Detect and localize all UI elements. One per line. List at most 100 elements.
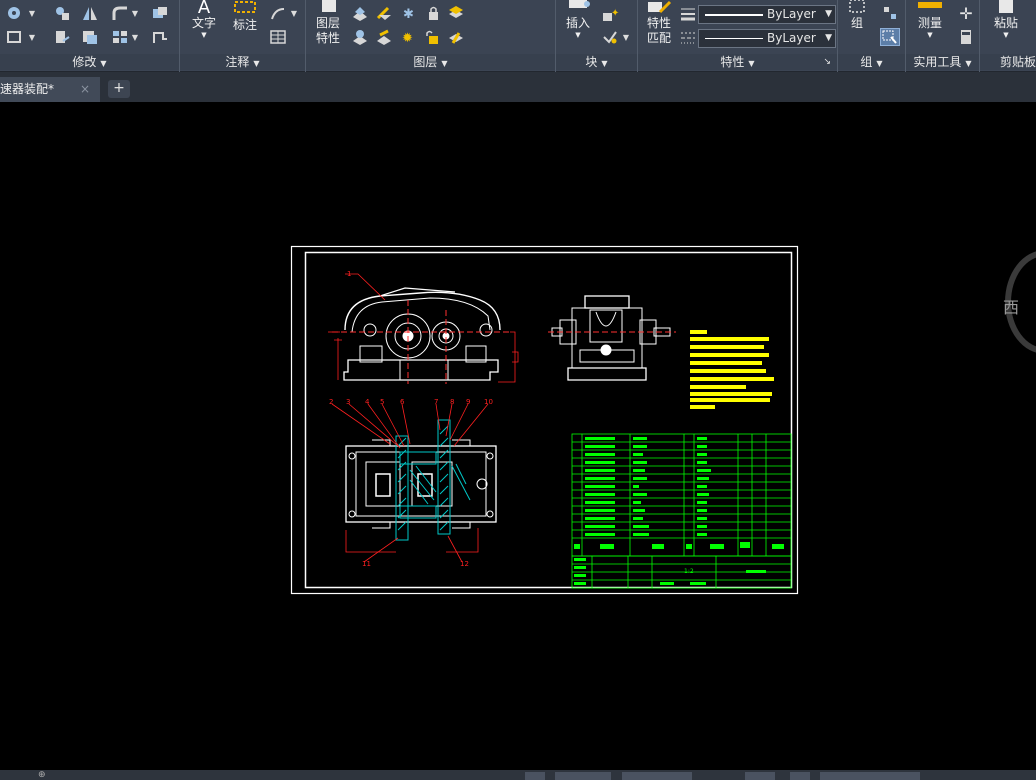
layer-tool-7[interactable] [374,28,394,46]
layer-tool-8[interactable]: ✹ [398,28,418,46]
document-tab-label: 速器装配* [0,82,55,96]
edit-block-tool[interactable] [600,28,620,46]
panel-title-utilities[interactable]: 实用工具 ▼ [906,54,979,70]
paste-button[interactable]: 粘贴 ▼ [988,0,1024,39]
plan-view-leaders [331,403,489,563]
linetype-select[interactable]: ByLayer ▼ [698,29,836,48]
mirror-tool[interactable] [80,4,100,22]
panel-title-clipboard[interactable]: 剪贴板 [980,54,1036,70]
status-toggle[interactable] [525,772,545,780]
trim-dropdown[interactable]: ▼ [26,28,38,46]
dialog-launcher-icon[interactable]: ↘ [823,54,831,70]
array-tool[interactable] [150,4,170,22]
explode-icon [8,7,20,19]
text-button[interactable]: A 文字 ▼ [188,0,220,39]
panel-utilities: 测量 ▼ ✛ 实用工具 ▼ [906,0,980,72]
chevron-down-icon: ▼ [131,32,139,42]
linetype-value: ByLayer [767,31,816,45]
create-block-tool[interactable]: ✦ [600,6,620,24]
balloon-11: 11 [362,560,371,568]
group-icon [849,0,865,13]
chevron-down-icon: ▼ [100,59,107,68]
panel-title-modify[interactable]: 修改 ▼ [0,54,179,70]
layer-tool-10[interactable] [446,28,466,46]
leader-tool[interactable] [268,4,288,22]
array-dropdown[interactable]: ▼ [130,28,140,46]
panel-title-block[interactable]: 块 ▼ [556,54,637,70]
panel-title-properties[interactable]: 特性 ▼ ↘ [638,54,837,70]
layer-stack-icon [449,6,463,18]
dimension-button[interactable]: 标注 [228,0,262,33]
line-sample [705,14,763,16]
array-rect-tool[interactable] [110,28,130,46]
match-properties-button[interactable]: 特性 匹配 [640,0,678,46]
panel-title-label: 组 [860,55,873,69]
panel-clipboard: 粘贴 ▼ 剪贴板 [980,0,1036,72]
layer-tool-2[interactable] [374,4,394,22]
scale-tool[interactable] [52,4,72,22]
grid-icon [113,31,127,43]
explode-tool[interactable] [4,4,24,22]
title-block-scale: 1:2 [684,568,694,575]
svg-text:✦: ✦ [611,8,619,19]
status-icon[interactable]: ⊕ [38,770,48,780]
status-toggle[interactable] [820,772,920,780]
table-tool[interactable] [268,28,288,46]
panel-block: 插入 ▼ ✦ ▼ 块 ▼ [556,0,638,72]
insert-button[interactable]: 插入 ▼ [560,0,596,39]
drawing-canvas[interactable]: 1 2 3 4 5 6 7 8 9 10 11 12 1:2 西 [0,102,1036,770]
status-toggle[interactable] [790,772,810,780]
layer-tool-9[interactable] [422,28,442,46]
compass-west-label[interactable]: 西 [1003,294,1019,318]
lineweight-select[interactable]: ByLayer ▼ [698,5,836,24]
chevron-down-icon: ▼ [825,9,832,19]
balloon-2: 2 [329,398,333,406]
group-select-tool[interactable] [880,28,900,46]
edit-poly-tool[interactable] [150,28,170,46]
panel-title-annotate[interactable]: 注释 ▼ [180,54,305,70]
panel-title-groups[interactable]: 组 ▼ [838,54,905,70]
layer-tool-5[interactable] [446,4,466,22]
status-toggle[interactable] [555,772,611,780]
trim-tool[interactable] [4,28,24,46]
quickcalc-tool[interactable] [956,28,976,46]
status-toggle[interactable] [745,772,775,780]
fillet-tool[interactable] [110,4,130,22]
document-tab[interactable]: 速器装配* × [0,77,100,102]
new-tab-button[interactable]: + [108,80,130,98]
fillet-dropdown[interactable]: ▼ [130,4,140,22]
layer-properties-icon [322,0,336,12]
lineweight-icon-tool [678,5,698,23]
group-button[interactable]: 组 [844,0,870,31]
offset-tool[interactable] [80,28,100,46]
layer-tool-1[interactable] [350,4,370,22]
layer-isolate-icon [376,6,391,20]
chevron-down-icon: ▼ [927,31,933,39]
text-label: 文字 [191,16,216,30]
layer-tool-3[interactable]: ✱ [398,4,418,22]
balloon-1: 1 [347,270,351,278]
layer-tool-6[interactable] [350,28,370,46]
panel-layers: 图层 特性 ✱ ✹ 图层 ▼ [306,0,556,72]
leader-dropdown[interactable]: ▼ [288,4,300,22]
layer-tool-4[interactable] [422,4,442,22]
panel-title-layers[interactable]: 图层 ▼ [306,54,555,70]
chevron-down-icon: ▼ [601,59,608,68]
layer-freeze-icon: ✱ [403,7,414,21]
offset-icon [83,31,97,44]
panel-title-label: 特性 [720,55,745,69]
layer-properties-button[interactable]: 图层 特性 [310,0,346,46]
id-point-tool[interactable]: ✛ [956,4,976,23]
dropdown-tool[interactable]: ▼ [26,4,38,22]
chevron-down-icon: ▼ [876,59,883,68]
svg-text:✹: ✹ [402,31,413,45]
close-icon[interactable]: × [80,77,90,101]
measure-button[interactable]: 测量 ▼ [912,0,948,39]
status-toggle[interactable] [622,772,692,780]
ungroup-tool[interactable] [880,4,900,22]
stretch-tool[interactable] [52,28,72,46]
document-tab-bar: 速器装配* × + [0,72,1036,102]
array-icon [153,7,167,18]
layer-unlock-icon [426,30,438,44]
block-dropdown[interactable]: ▼ [620,28,632,46]
